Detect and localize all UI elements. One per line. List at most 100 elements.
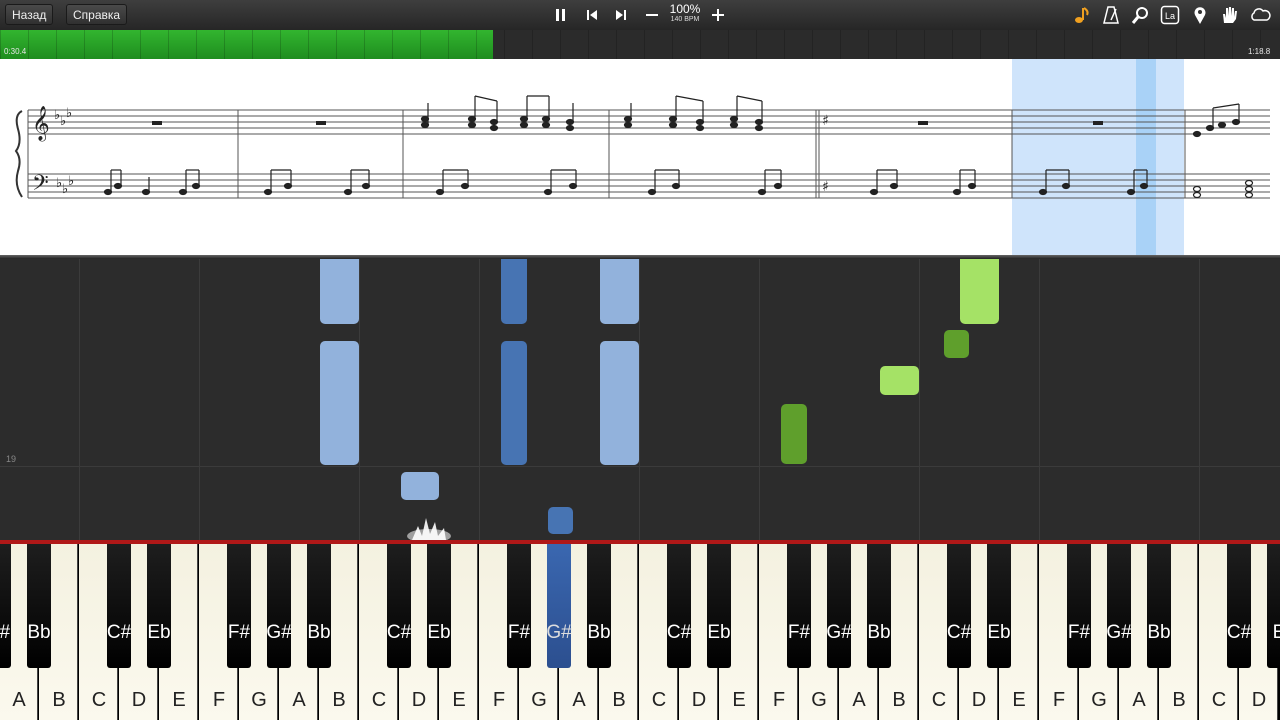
magnifier-icon[interactable] [1130, 5, 1150, 25]
hand-icon[interactable] [1219, 5, 1239, 25]
black-key-label: C# [946, 622, 972, 643]
note-icon[interactable] [1071, 5, 1091, 25]
black-key-label: Bb [867, 622, 891, 643]
svg-text:𝄞: 𝄞 [32, 106, 50, 142]
toolbar: Назад Справка 100% 140 BPM La [0, 0, 1280, 30]
black-key[interactable] [867, 544, 891, 668]
falling-note [880, 366, 919, 395]
white-key-label: C [91, 689, 107, 711]
white-key-label: G [1091, 689, 1107, 711]
svg-text:♯: ♯ [822, 113, 829, 129]
falling-note [944, 330, 969, 358]
black-key[interactable] [707, 544, 731, 668]
key-hit-spark [407, 518, 451, 542]
black-key-label: C# [386, 622, 412, 643]
svg-text:♯: ♯ [822, 179, 829, 195]
help-button[interactable]: Справка [66, 4, 128, 25]
white-key-label: D [691, 689, 707, 711]
black-key[interactable] [27, 544, 51, 668]
black-key-label: G# [1106, 622, 1132, 643]
black-key[interactable] [307, 544, 331, 668]
black-key[interactable] [667, 544, 691, 668]
black-key-label: F# [787, 622, 811, 643]
black-key[interactable] [1267, 544, 1280, 668]
white-key-label: D [411, 689, 427, 711]
black-key[interactable] [107, 544, 131, 668]
white-key-label: D [1251, 689, 1267, 711]
speed-decrease-button[interactable] [642, 5, 662, 25]
black-key[interactable] [227, 544, 251, 668]
white-key-label: C [931, 689, 947, 711]
map-pin-icon[interactable] [1190, 5, 1210, 25]
black-key[interactable] [1147, 544, 1171, 668]
skip-forward-icon[interactable] [611, 5, 631, 25]
white-key-label: E [172, 689, 186, 711]
measure-number: 19 [6, 454, 17, 464]
white-key-label: C [1211, 689, 1227, 711]
white-key-label: B [52, 689, 66, 711]
sheet-music[interactable]: 𝄞 𝄢 ♭ ♭ ♭ ♭ ♭ ♭ ♯ ♯ [0, 59, 1280, 255]
black-key-label: C# [106, 622, 132, 643]
black-key-label: Bb [307, 622, 331, 643]
svg-text:𝄢: 𝄢 [32, 171, 49, 201]
black-key[interactable] [587, 544, 611, 668]
falling-note [960, 259, 999, 324]
black-key-label: C# [1226, 622, 1252, 643]
black-key[interactable] [387, 544, 411, 668]
svg-text:♭: ♭ [66, 106, 72, 121]
black-key-label: Bb [1147, 622, 1171, 643]
white-key-label: C [651, 689, 667, 711]
white-key-label: E [452, 689, 466, 711]
progress-bar[interactable] [0, 30, 1280, 59]
black-key[interactable] [0, 544, 11, 668]
black-key[interactable] [1107, 544, 1131, 668]
black-key[interactable] [1227, 544, 1251, 668]
black-key-label: Eb [427, 622, 451, 643]
cloud-icon[interactable] [1249, 5, 1271, 25]
black-key[interactable] [507, 544, 531, 668]
metronome-icon[interactable] [1101, 5, 1121, 25]
white-key-label: A [852, 689, 866, 711]
falling-note [320, 341, 359, 465]
white-key-label: A [292, 689, 306, 711]
skip-back-icon[interactable] [582, 5, 602, 25]
pause-icon[interactable] [551, 5, 571, 25]
black-key[interactable] [427, 544, 451, 668]
white-key-label: D [971, 689, 987, 711]
staff-notation: 𝄞 𝄢 ♭ ♭ ♭ ♭ ♭ ♭ ♯ ♯ [14, 59, 1270, 255]
speed-increase-button[interactable] [708, 5, 728, 25]
falling-note [320, 259, 359, 324]
falling-note [401, 472, 439, 500]
white-key-label: F [212, 689, 226, 711]
black-key[interactable] [547, 544, 571, 668]
white-key-label: G [531, 689, 547, 711]
black-key[interactable] [147, 544, 171, 668]
falling-note [600, 341, 639, 465]
black-key[interactable] [987, 544, 1011, 668]
speed-display: 100% 140 BPM [667, 3, 703, 24]
black-key[interactable] [827, 544, 851, 668]
black-key-label: F# [1067, 622, 1091, 643]
black-key[interactable] [267, 544, 291, 668]
white-key-label: E [732, 689, 746, 711]
white-key-label: A [1132, 689, 1146, 711]
falling-note [501, 259, 527, 324]
black-key-label: Bb [27, 622, 51, 643]
note-roll: 19 [0, 259, 1280, 542]
black-key[interactable] [1067, 544, 1091, 668]
back-button[interactable]: Назад [5, 4, 54, 25]
white-key-label: B [1172, 689, 1186, 711]
black-key-label: G# [546, 622, 572, 643]
falling-note [600, 259, 639, 324]
total-time: 1:18.8 [1248, 47, 1271, 56]
white-key-label: F [492, 689, 506, 711]
white-key-label: G [251, 689, 267, 711]
piano-keyboard[interactable]: A B C D E F G A B C D E F G A B C D E F G A B C D E F G A B C D F# Bb C# Eb… [0, 544, 1280, 720]
la-label: La [1165, 11, 1175, 21]
black-key[interactable] [787, 544, 811, 668]
white-key-label: A [572, 689, 586, 711]
white-key-label: B [892, 689, 906, 711]
white-key-label: D [131, 689, 147, 711]
black-key[interactable] [947, 544, 971, 668]
la-icon[interactable]: La [1160, 5, 1180, 25]
